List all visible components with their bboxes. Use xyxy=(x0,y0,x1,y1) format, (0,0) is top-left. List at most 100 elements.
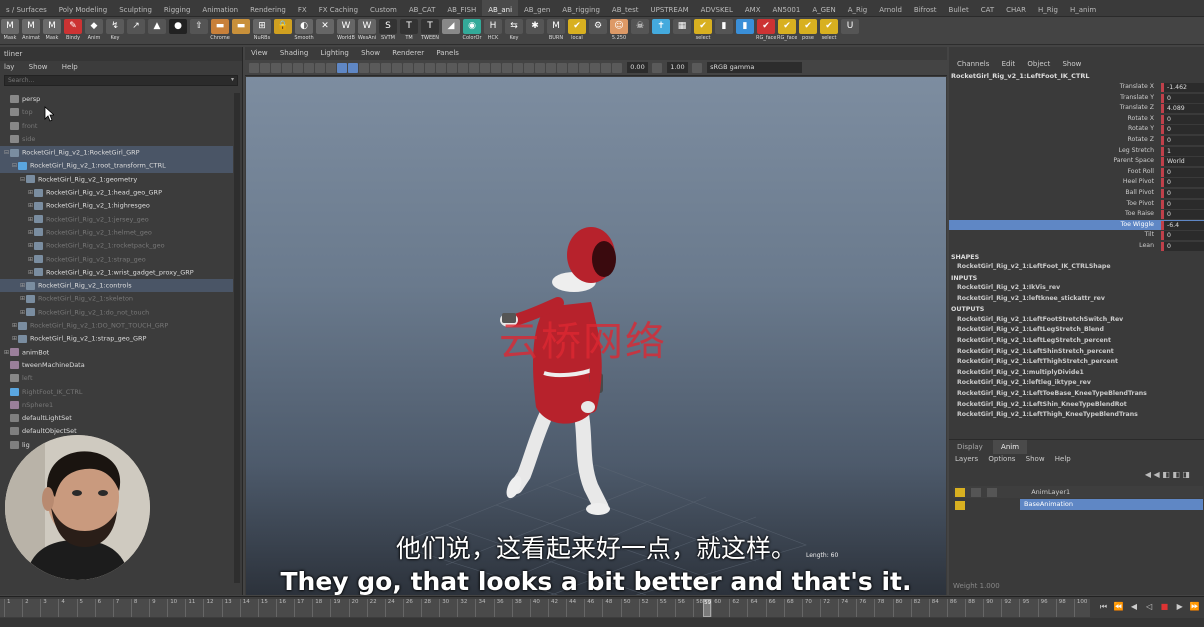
timeline-ruler[interactable]: 1 2 3 4 5 6 7 8 9 10 11 12 13 14 15 16 17 18 19 20 22 24 26 28 3… xyxy=(0,599,1090,617)
vp-menu-renderer[interactable]: Renderer xyxy=(392,49,424,57)
le-menu-help[interactable]: Help xyxy=(1055,455,1071,463)
outliner-item[interactable]: top xyxy=(0,106,233,119)
cb-menu-edit[interactable]: Edit xyxy=(1002,60,1016,68)
shelf-button[interactable]: ✱ xyxy=(525,18,545,44)
viewport-tool-icon[interactable] xyxy=(381,62,391,73)
shelf-button[interactable]: T TWEEN xyxy=(420,18,440,44)
shelf-button[interactable]: M Animat xyxy=(21,18,41,44)
time-slider[interactable]: 1 2 3 4 5 6 7 8 9 10 11 12 13 14 15 16 17 18 19 20 22 24 26 28 3… xyxy=(0,596,1204,627)
shelf-tab[interactable]: Custom xyxy=(364,0,403,16)
vp-menu-view[interactable]: View xyxy=(251,49,268,57)
channel-attribute[interactable]: Foot Roll 0 xyxy=(949,167,1204,178)
shelf-button[interactable]: S SVTM xyxy=(378,18,398,44)
shelf-button[interactable]: ● xyxy=(168,18,188,44)
shelf-button[interactable]: ✝ xyxy=(651,18,671,44)
viewport-tool-icon[interactable] xyxy=(579,62,589,73)
shelf-button[interactable]: ↯ Key xyxy=(105,18,125,44)
color-management-icon[interactable] xyxy=(691,62,702,73)
shelf-tab[interactable]: ADVSKEL xyxy=(695,0,739,16)
shelf-button[interactable]: 🔒 xyxy=(273,18,293,44)
connected-node[interactable]: RocketGirl_Rig_v2_1:LeftThighStretch_per… xyxy=(949,357,1204,368)
shelf-button[interactable]: ◆ Anim xyxy=(84,18,104,44)
vp-menu-panels[interactable]: Panels xyxy=(436,49,459,57)
channel-attribute[interactable]: Lean 0 xyxy=(949,241,1204,252)
attribute-value-field[interactable]: 0 xyxy=(1161,114,1204,124)
shelf-tab[interactable]: CAT xyxy=(975,0,1000,16)
shelf-tab[interactable]: Poly Modeling xyxy=(53,0,113,16)
shelf-button[interactable]: ▬ xyxy=(231,18,251,44)
viewport-tool-icon[interactable] xyxy=(249,62,259,73)
step-back-icon[interactable]: ◀ xyxy=(1128,601,1139,612)
gamma-icon[interactable] xyxy=(651,62,662,73)
shelf-tab[interactable]: FX Caching xyxy=(313,0,364,16)
viewport-tool-icon[interactable] xyxy=(491,62,501,73)
connected-node[interactable]: RocketGirl_Rig_v2_1:LeftShin_KneeTypeBle… xyxy=(949,400,1204,411)
viewport-tool-icon[interactable] xyxy=(535,62,545,73)
shelf-button[interactable]: ↗ xyxy=(126,18,146,44)
outliner-menu-display[interactable]: lay xyxy=(4,63,14,71)
viewport-tool-icon[interactable] xyxy=(568,62,578,73)
attribute-value-field[interactable]: 0 xyxy=(1161,199,1204,209)
channel-attribute[interactable]: Heel Pivot 0 xyxy=(949,177,1204,188)
viewport-tool-icon[interactable] xyxy=(271,62,281,73)
shelf-button[interactable]: ✕ xyxy=(315,18,335,44)
cb-menu-object[interactable]: Object xyxy=(1027,60,1050,68)
viewport-tool-icon[interactable] xyxy=(513,62,523,73)
outliner-menu-help[interactable]: Help xyxy=(62,63,78,71)
current-frame-marker[interactable]: 59 xyxy=(703,599,712,617)
viewport-tool-icon[interactable] xyxy=(359,62,369,73)
channel-attribute[interactable]: Leg Stretch 1 xyxy=(949,146,1204,157)
shelf-button[interactable]: ☺ 5.250 xyxy=(609,18,629,44)
viewport-tool-icon[interactable] xyxy=(425,62,435,73)
shelf-button[interactable]: ◢ xyxy=(441,18,461,44)
tab-anim[interactable]: Anim xyxy=(993,440,1028,454)
gamma-field[interactable]: 1.00 xyxy=(667,62,688,73)
shelf-tab[interactable]: A_Rig xyxy=(842,0,874,16)
viewport-tool-icon[interactable] xyxy=(403,62,413,73)
shelf-button[interactable]: ✔ RG_face xyxy=(756,18,776,44)
viewport-tool-icon[interactable] xyxy=(392,62,402,73)
shelf-button[interactable]: H HCK xyxy=(483,18,503,44)
le-menu-show[interactable]: Show xyxy=(1026,455,1045,463)
attribute-value-field[interactable]: -6.4 xyxy=(1161,220,1204,230)
outliner-item[interactable]: defaultLightSet xyxy=(0,412,233,425)
viewport-canvas[interactable]: 云桥网络 Length: 60 他们说，这看起来好一点，就这样。 They go… xyxy=(246,77,946,595)
viewport-tool-icon[interactable] xyxy=(458,62,468,73)
anim-layer-name[interactable]: AnimLayer1 xyxy=(1031,488,1070,496)
play-icon[interactable]: ▶ xyxy=(1174,601,1185,612)
outliner-item[interactable]: ⊟ RocketGirl_Rig_v2_1:geometry xyxy=(0,173,233,186)
outliner-item[interactable]: ⊞ RocketGirl_Rig_v2_1:strap_geo xyxy=(0,253,233,266)
le-menu-layers[interactable]: Layers xyxy=(955,455,978,463)
vp-menu-shading[interactable]: Shading xyxy=(280,49,308,57)
viewport-tool-icon[interactable] xyxy=(502,62,512,73)
channel-attribute[interactable]: Rotate Y 0 xyxy=(949,124,1204,135)
outliner-scrollbar[interactable] xyxy=(234,93,240,583)
step-back-key-icon[interactable]: ⏪ xyxy=(1113,601,1124,612)
viewport-tool-icon[interactable] xyxy=(326,62,336,73)
shelf-button[interactable]: ◉ ColorOr xyxy=(462,18,482,44)
shelf-button[interactable]: M Mask xyxy=(0,18,20,44)
outliner-menu-show[interactable]: Show xyxy=(29,63,48,71)
lock-icon[interactable] xyxy=(955,500,965,510)
channel-attribute[interactable]: Toe Wiggle -6.4 xyxy=(949,219,1204,231)
shelf-button[interactable]: T TM xyxy=(399,18,419,44)
outliner-item[interactable]: ⊞ RocketGirl_Rig_v2_1:rocketpack_geo xyxy=(0,239,233,252)
shelf-tab[interactable]: H_anim xyxy=(1064,0,1102,16)
outliner-item[interactable]: front xyxy=(0,120,233,133)
cb-menu-channels[interactable]: Channels xyxy=(957,60,989,68)
vp-menu-show[interactable]: Show xyxy=(361,49,380,57)
outliner-item[interactable]: defaultObjectSet xyxy=(0,425,233,438)
attribute-value-field[interactable]: 1 xyxy=(1161,146,1204,156)
outliner-item[interactable]: ⊞ RocketGirl_Rig_v2_1:helmet_geo xyxy=(0,226,233,239)
attribute-value-field[interactable]: 4.089 xyxy=(1161,104,1204,114)
shelf-tab[interactable]: Bullet xyxy=(943,0,975,16)
lock-icon[interactable] xyxy=(955,487,965,497)
cb-menu-show[interactable]: Show xyxy=(1062,60,1081,68)
attribute-value-field[interactable]: -1.462 xyxy=(1161,83,1204,92)
base-layer-row[interactable]: BaseAnimation xyxy=(953,499,1203,511)
exposure-field[interactable]: 0.00 xyxy=(627,62,648,73)
shelf-tab[interactable]: Sculpting xyxy=(113,0,158,16)
shelf-tab[interactable]: UPSTREAM xyxy=(644,0,694,16)
channel-attribute[interactable]: Parent Space World xyxy=(949,156,1204,167)
outliner-item[interactable]: RightFoot_IK_CTRL xyxy=(0,386,233,399)
